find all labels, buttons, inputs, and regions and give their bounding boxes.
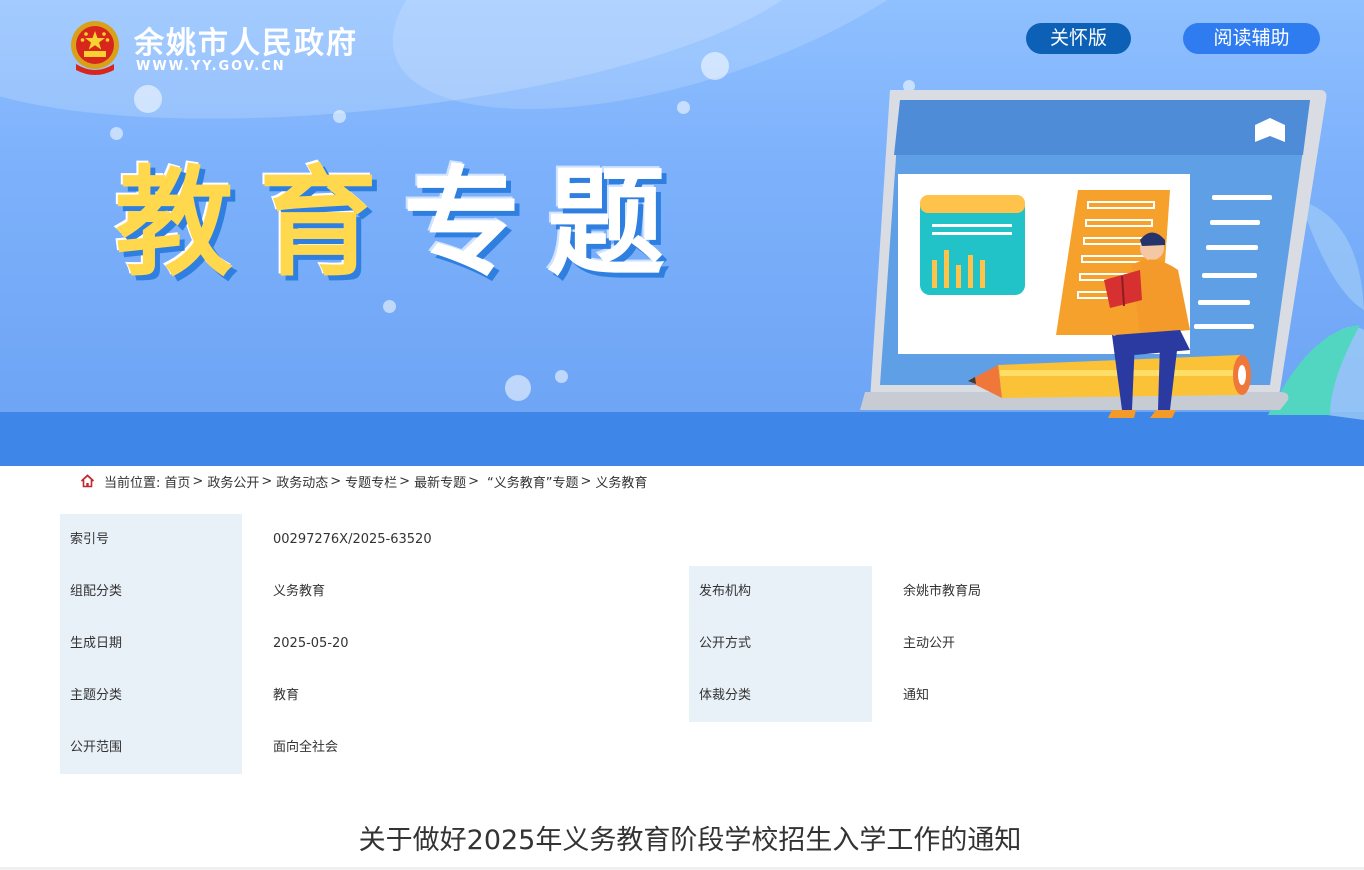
bubble bbox=[110, 127, 123, 140]
breadcrumb-separator: > bbox=[192, 473, 204, 489]
breadcrumb: 当前位置: 首页 > 政务公开 > 政务动态 > 专题专栏 > 最新专题 > “义务教育”… bbox=[80, 472, 647, 491]
index-no-label: 索引号 bbox=[60, 514, 242, 566]
category-label: 组配分类 bbox=[60, 566, 242, 618]
bubble bbox=[134, 85, 162, 113]
bubble bbox=[333, 110, 346, 123]
breadcrumb-separator: > bbox=[261, 473, 273, 489]
national-emblem-icon bbox=[71, 21, 119, 75]
bubble bbox=[555, 370, 568, 383]
date-label: 生成日期 bbox=[60, 618, 242, 670]
disclosure-label: 公开方式 bbox=[689, 618, 872, 670]
breadcrumb-item-home[interactable]: 首页 bbox=[164, 472, 190, 491]
breadcrumb-separator: > bbox=[399, 473, 411, 489]
date-value: 2025-05-20 bbox=[273, 636, 349, 651]
bubble bbox=[383, 300, 396, 313]
disclosure-value: 主动公开 bbox=[903, 636, 956, 651]
care-mode-button[interactable]: 关怀版 bbox=[1026, 23, 1131, 54]
breadcrumb-item-latest-topics[interactable]: 最新专题 bbox=[414, 472, 466, 491]
breadcrumb-prefix: 当前位置: bbox=[104, 475, 161, 491]
bubble bbox=[677, 101, 690, 114]
banner-title-char: 教 bbox=[115, 153, 260, 292]
site-url: WWW.YY.GOV.CN bbox=[136, 59, 286, 74]
publisher-label: 发布机构 bbox=[689, 566, 872, 618]
genre-label: 体裁分类 bbox=[689, 670, 872, 722]
topic-value: 教育 bbox=[273, 688, 300, 703]
breadcrumb-item-gov-news[interactable]: 政务动态 bbox=[276, 472, 328, 491]
breadcrumb-item-gov-affairs[interactable]: 政务公开 bbox=[207, 472, 259, 491]
breadcrumb-separator: > bbox=[580, 473, 592, 489]
breadcrumb-separator: > bbox=[468, 473, 479, 489]
article-title: 关于做好2025年义务教育阶段学校招生入学工作的通知 bbox=[358, 825, 1022, 856]
banner-title-char: 题 bbox=[547, 153, 692, 292]
breadcrumb-item-compulsory-topic[interactable]: “义务教育”专题 bbox=[487, 472, 578, 491]
education-illustration bbox=[860, 90, 1364, 420]
breadcrumb-item-compulsory-education[interactable]: 义务教育 bbox=[595, 472, 647, 491]
breadcrumb-item-special-columns[interactable]: 专题专栏 bbox=[345, 472, 397, 491]
category-value: 义务教育 bbox=[273, 584, 326, 599]
scope-value: 面向全社会 bbox=[273, 740, 339, 755]
scope-label: 公开范围 bbox=[60, 722, 242, 774]
banner-title: 教育专题 bbox=[115, 148, 691, 298]
bubble bbox=[701, 52, 729, 80]
bubble bbox=[505, 375, 531, 401]
topic-banner: 余姚市人民政府 WWW.YY.GOV.CN 关怀版 阅读辅助 教育专题 bbox=[0, 0, 1364, 466]
info-metadata-table: 索引号 00297276X/2025-63520 组配分类 义务教育 发布机构 … bbox=[60, 514, 1312, 774]
genre-value: 通知 bbox=[903, 688, 930, 703]
site-name[interactable]: 余姚市人民政府 bbox=[134, 18, 358, 62]
reading-assist-button[interactable]: 阅读辅助 bbox=[1183, 23, 1320, 54]
breadcrumb-separator: > bbox=[330, 473, 342, 489]
home-icon bbox=[80, 474, 95, 488]
publisher-value: 余姚市教育局 bbox=[903, 584, 982, 599]
banner-title-char: 育 bbox=[259, 153, 404, 292]
index-no-value: 00297276X/2025-63520 bbox=[273, 532, 432, 547]
topic-label: 主题分类 bbox=[60, 670, 242, 722]
banner-title-char: 专 bbox=[403, 153, 548, 292]
